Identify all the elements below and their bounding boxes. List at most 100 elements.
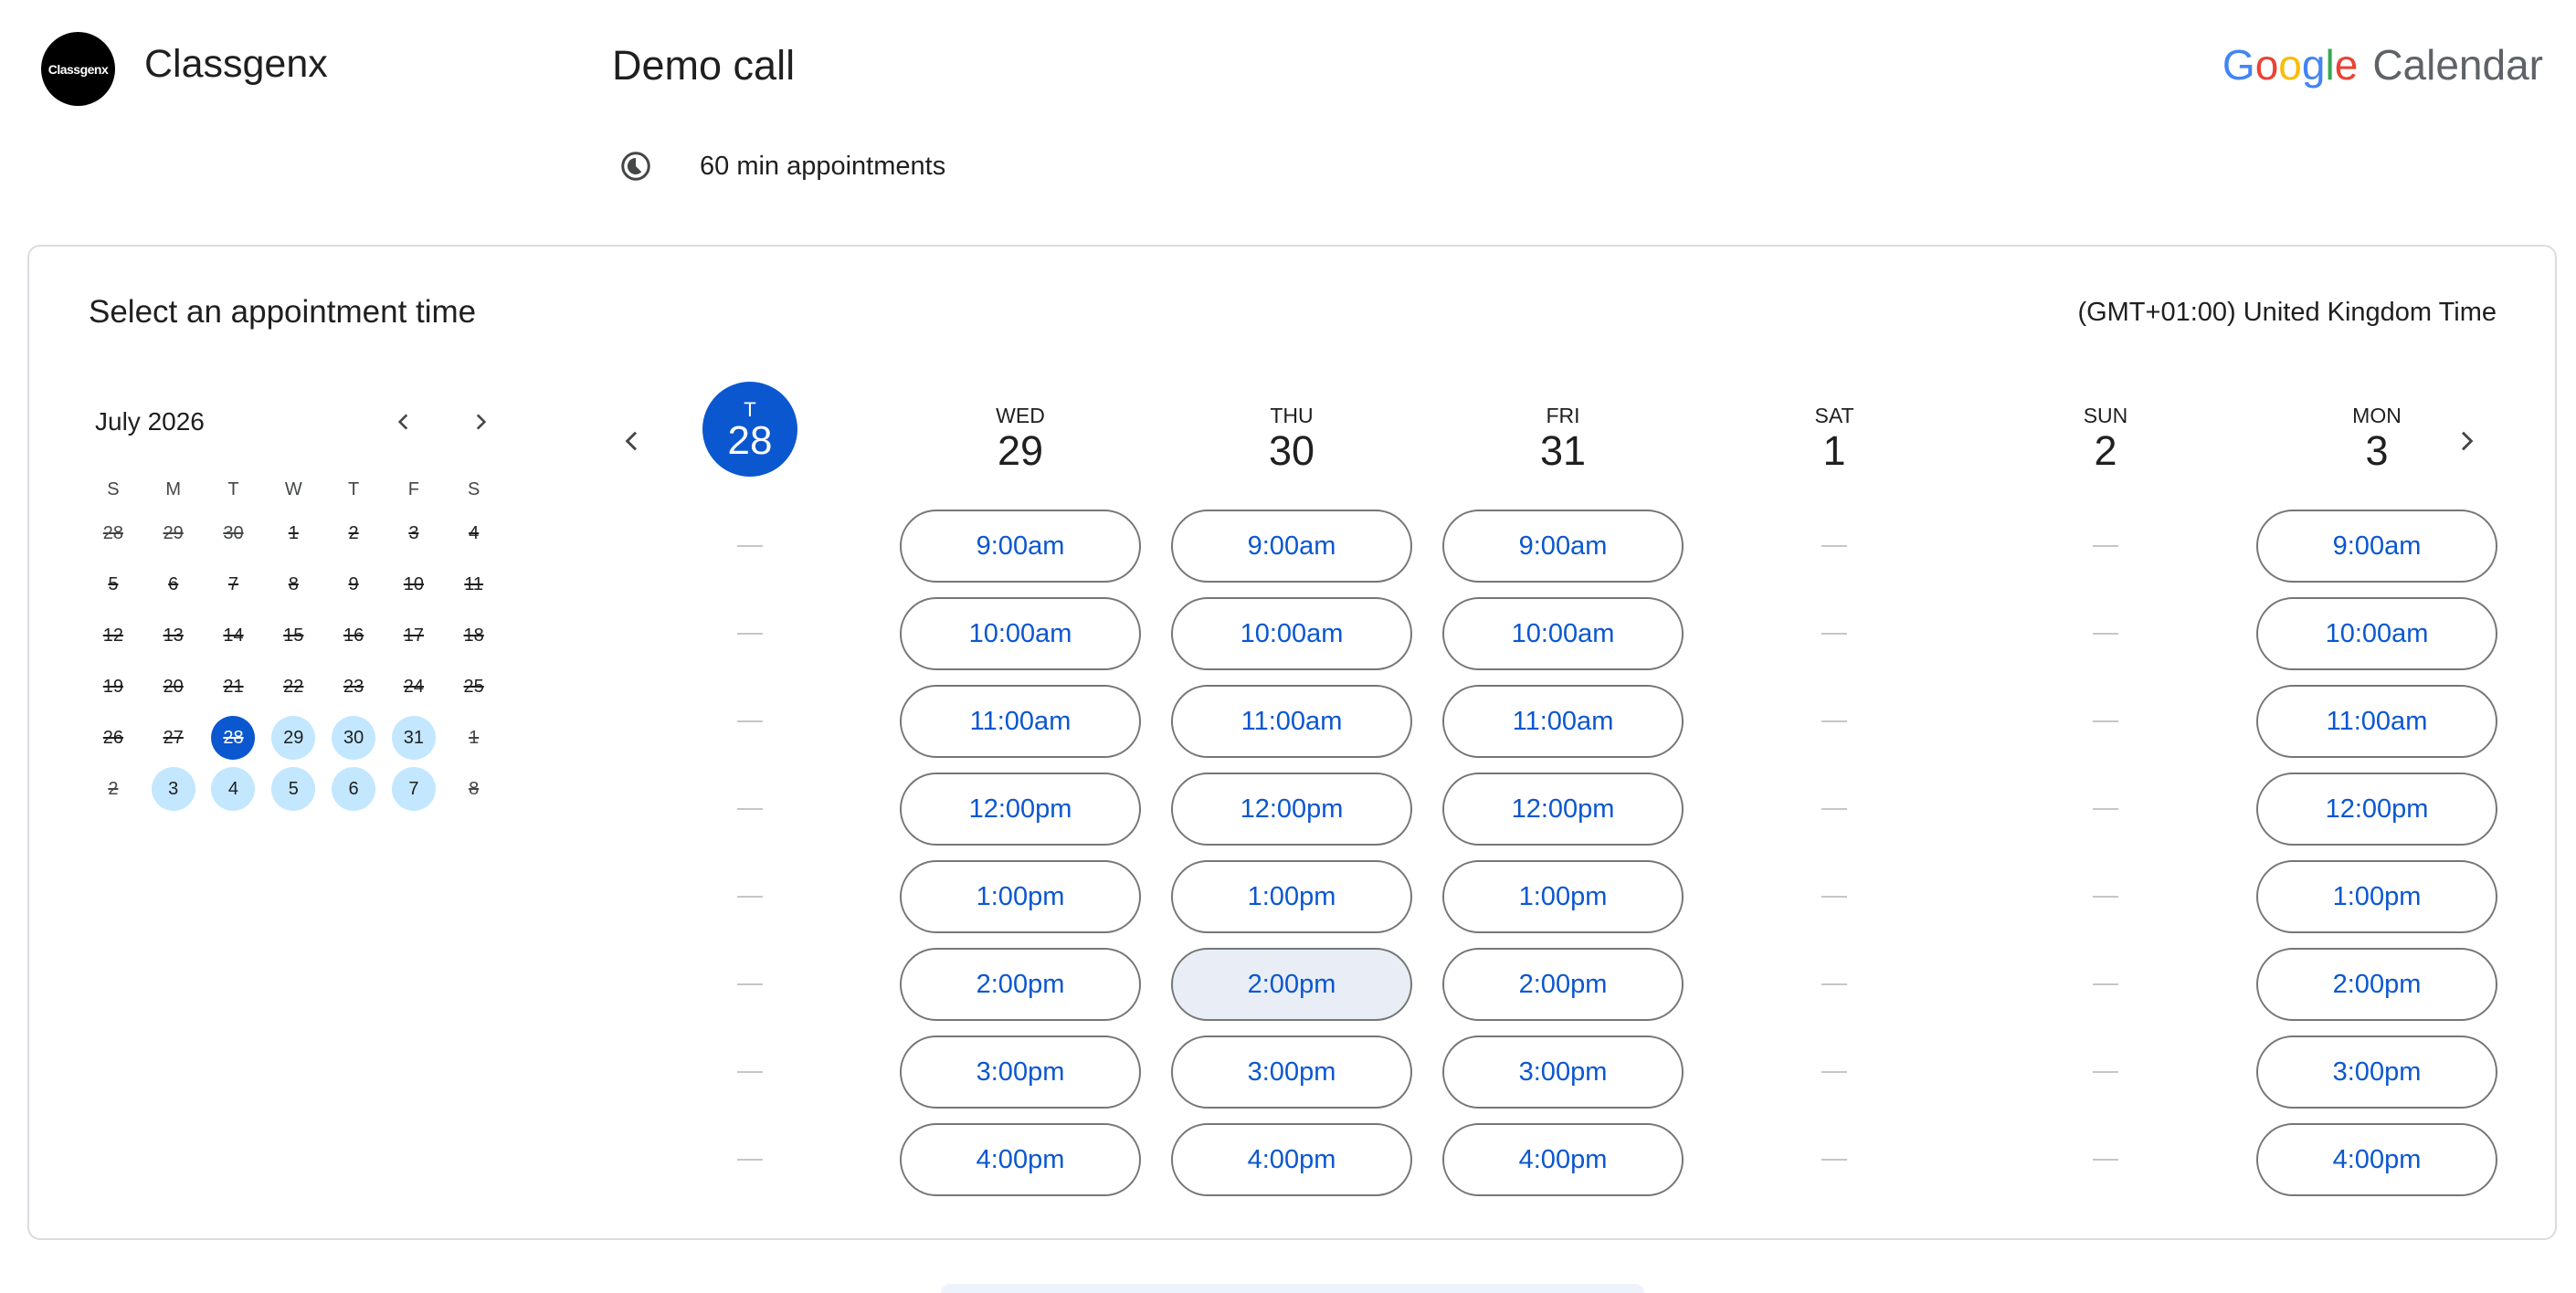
time-slot-button[interactable]: 3:00pm xyxy=(2256,1035,2497,1109)
time-slot-button[interactable]: 3:00pm xyxy=(1442,1035,1684,1109)
mini-day-available[interactable]: 4 xyxy=(211,767,256,811)
mini-day-available[interactable]: 3 xyxy=(151,767,195,811)
time-slot-button[interactable]: 9:00am xyxy=(1442,510,1684,583)
time-slot-row: 2:00pm xyxy=(898,941,1143,1028)
time-slot-button[interactable]: 12:00pm xyxy=(2256,773,2497,846)
mini-day: 20 xyxy=(163,676,184,697)
time-slot-row xyxy=(628,1028,872,1116)
time-slot-button[interactable]: 9:00am xyxy=(1171,510,1412,583)
mini-day-cell: 4 xyxy=(204,763,264,815)
time-slot-button[interactable]: 10:00am xyxy=(900,597,1141,670)
time-slot-row: 1:00pm xyxy=(1441,853,1685,941)
time-slot-button[interactable]: 12:00pm xyxy=(1171,773,1412,846)
day-number: 29 xyxy=(997,427,1044,474)
mini-day: 25 xyxy=(463,676,484,697)
time-slot-button[interactable]: 3:00pm xyxy=(1171,1035,1412,1109)
time-slot-row xyxy=(1712,941,1957,1028)
time-slot-button[interactable]: 2:00pm xyxy=(1171,948,1412,1021)
day-of-week: SAT xyxy=(1814,404,1854,427)
time-slot-row: 11:00am xyxy=(898,678,1143,765)
mini-prev-month-button[interactable] xyxy=(385,404,422,440)
mini-day: 23 xyxy=(343,676,364,697)
mini-day-available[interactable]: 30 xyxy=(332,716,376,760)
mini-day: 4 xyxy=(469,522,480,543)
mini-next-month-button[interactable] xyxy=(462,404,499,440)
time-slot-row: 10:00am xyxy=(1441,590,1685,678)
time-slot-button[interactable]: 12:00pm xyxy=(1442,773,1684,846)
mini-day-cell: 28 xyxy=(83,508,143,559)
unavailable-dash xyxy=(737,1159,763,1161)
time-slot-button[interactable]: 11:00am xyxy=(2256,685,2497,758)
time-slot-list xyxy=(1983,502,2228,1204)
mini-day: 8 xyxy=(469,778,480,799)
unavailable-dash xyxy=(2093,633,2118,635)
unavailable-dash xyxy=(2093,720,2118,722)
mini-day: 24 xyxy=(403,676,424,697)
mini-day: 18 xyxy=(463,625,484,646)
time-slot-button[interactable]: 4:00pm xyxy=(2256,1123,2497,1196)
time-slot-list: 9:00am 10:00am 11:00am 12:00pm 1:00pm 2:00pm 3… xyxy=(898,502,1143,1204)
day-header: FRI 31 xyxy=(1441,382,1685,500)
mini-day: 28 xyxy=(102,522,124,543)
mini-day-available[interactable]: 31 xyxy=(391,716,436,760)
time-slot-button[interactable]: 11:00am xyxy=(1171,685,1412,758)
time-slot-row: 1:00pm xyxy=(898,853,1143,941)
time-slot-button[interactable]: 11:00am xyxy=(1442,685,1684,758)
time-slot-button[interactable]: 10:00am xyxy=(1171,597,1412,670)
time-slot-button[interactable]: 4:00pm xyxy=(1442,1123,1684,1196)
mini-day: 30 xyxy=(223,522,244,543)
time-slot-row: 2:00pm xyxy=(2254,941,2499,1028)
time-slot-row xyxy=(1983,941,2228,1028)
time-slot-button[interactable]: 2:00pm xyxy=(900,948,1141,1021)
mini-day-cell: 22 xyxy=(263,661,323,712)
time-slot-row: 2:00pm xyxy=(1441,941,1685,1028)
time-slot-button[interactable]: 3:00pm xyxy=(900,1035,1141,1109)
mini-day: 19 xyxy=(102,676,124,697)
time-slot-button[interactable]: 11:00am xyxy=(900,685,1141,758)
time-slot-row xyxy=(628,502,872,590)
mini-day: 1 xyxy=(288,522,299,543)
mini-day-cell: 12 xyxy=(83,610,143,661)
time-slot-button[interactable]: 1:00pm xyxy=(900,860,1141,933)
time-slot-button[interactable]: 4:00pm xyxy=(900,1123,1141,1196)
mini-day-available[interactable]: 29 xyxy=(271,716,316,760)
mini-day-available[interactable]: 6 xyxy=(332,767,376,811)
mini-day: 14 xyxy=(223,625,244,646)
mini-day-selected[interactable]: 28 xyxy=(211,716,256,760)
mini-day: 8 xyxy=(288,573,299,594)
time-slot-button[interactable]: 1:00pm xyxy=(1171,860,1412,933)
time-slot-list: 9:00am 10:00am 11:00am 12:00pm 1:00pm 2:00pm 3… xyxy=(1169,502,1414,1204)
time-slot-button[interactable]: 1:00pm xyxy=(2256,860,2497,933)
mini-day-cell: 1 xyxy=(444,712,504,763)
time-slot-button[interactable]: 9:00am xyxy=(2256,510,2497,583)
google-calendar-logo: Google Calendar xyxy=(2222,40,2543,89)
time-slot-button[interactable]: 10:00am xyxy=(1442,597,1684,670)
time-slot-row: 10:00am xyxy=(1169,590,1414,678)
unavailable-dash xyxy=(737,896,763,898)
mini-day-cell: 11 xyxy=(444,559,504,610)
mini-day-cell: 14 xyxy=(204,610,264,661)
timezone-selector[interactable]: (GMT+01:00) United Kingdom Time xyxy=(2077,298,2497,328)
mini-day-available[interactable]: 5 xyxy=(271,767,316,811)
time-slot-button[interactable]: 2:00pm xyxy=(1442,948,1684,1021)
time-slot-button[interactable]: 9:00am xyxy=(900,510,1141,583)
brand-logo: Classgenx xyxy=(41,32,115,106)
mini-day-cell: 5 xyxy=(263,763,323,815)
mini-day-cell: 10 xyxy=(384,559,444,610)
time-slot-row: 9:00am xyxy=(898,502,1143,590)
time-slot-row xyxy=(1712,853,1957,941)
time-slot-button[interactable]: 10:00am xyxy=(2256,597,2497,670)
duration-label: 60 min appointments xyxy=(700,151,946,181)
time-slot-list xyxy=(1712,502,1957,1204)
time-slot-button[interactable]: 4:00pm xyxy=(1171,1123,1412,1196)
mini-day-cell: 31 xyxy=(384,712,444,763)
time-slot-button[interactable]: 2:00pm xyxy=(2256,948,2497,1021)
mini-day-cell: 6 xyxy=(323,763,384,815)
unavailable-dash xyxy=(1821,1071,1847,1073)
time-slot-row xyxy=(1712,765,1957,853)
time-slot-button[interactable]: 12:00pm xyxy=(900,773,1141,846)
mini-day-available[interactable]: 7 xyxy=(391,767,436,811)
mini-day: 22 xyxy=(283,676,304,697)
time-slot-button[interactable]: 1:00pm xyxy=(1442,860,1684,933)
google-letter: g xyxy=(2301,41,2326,89)
